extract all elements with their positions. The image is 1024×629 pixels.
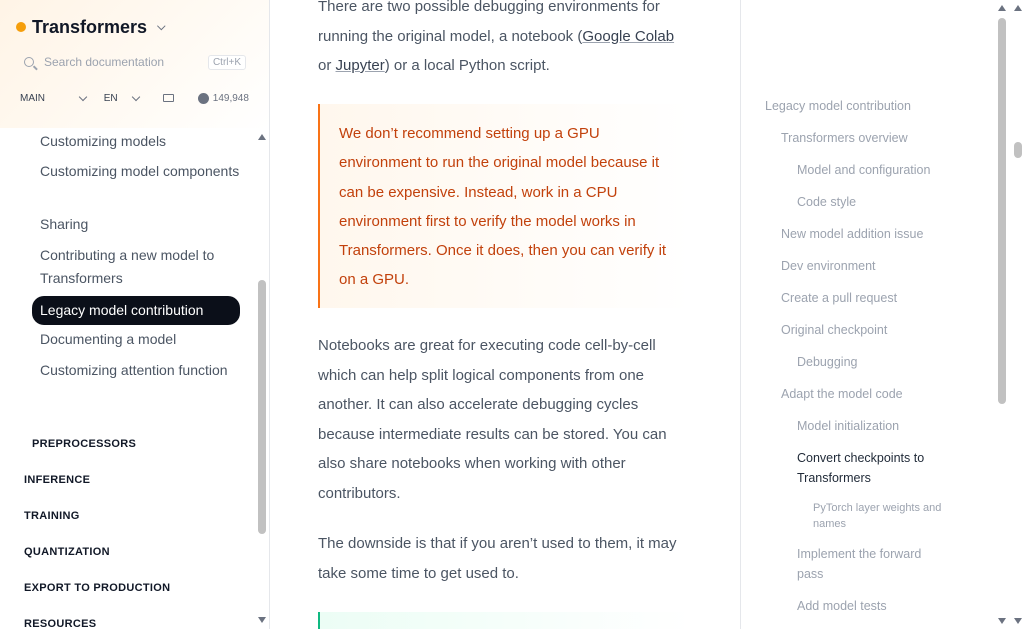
left-sidebar: Transformers ⌵ Search documentation Ctrl… <box>0 0 270 629</box>
page-scrollbar[interactable] <box>994 0 1010 629</box>
intro-text-after: ) or a local Python script. <box>384 57 550 74</box>
monitor-icon <box>162 94 174 102</box>
scroll-up-icon[interactable] <box>1014 5 1022 11</box>
toc-item-code-style[interactable]: Code style <box>797 192 856 212</box>
toc-item-legacy-model-contribution[interactable]: Legacy model contribution <box>765 96 911 116</box>
scrollbar-thumb[interactable] <box>258 280 266 534</box>
sidebar-item-sharing[interactable]: Sharing <box>32 213 240 236</box>
sidebar-section-training[interactable]: TRAINING <box>24 508 80 524</box>
table-of-contents: Legacy model contribution Transformers o… <box>740 0 1024 629</box>
search-placeholder: Search documentation <box>44 55 165 69</box>
language-value: EN <box>103 92 118 104</box>
version-select[interactable]: MAIN <box>14 87 92 109</box>
scrollbar-thumb[interactable] <box>998 18 1006 404</box>
scroll-up-icon[interactable] <box>258 134 266 140</box>
chevron-down-icon: ⌵ <box>157 20 166 33</box>
version-value: MAIN <box>20 92 45 104</box>
notebooks-paragraph: Notebooks are great for executing code c… <box>318 337 667 502</box>
toc-item-debugging[interactable]: Debugging <box>797 352 857 372</box>
scrollbar-thumb[interactable] <box>1014 142 1022 158</box>
brand-menu[interactable]: Transformers ⌵ <box>16 14 165 40</box>
jupyter-link[interactable]: Jupyter <box>336 57 385 74</box>
sidebar-section-export-to-production[interactable]: EXPORT TO PRODUCTION <box>24 580 170 596</box>
tip-callout <box>318 612 690 629</box>
downside-paragraph: The downside is that if you aren’t used … <box>318 535 677 582</box>
main-content: There are two possible debugging environ… <box>271 0 739 629</box>
toc-item-adapt-the-model-code[interactable]: Adapt the model code <box>781 384 903 404</box>
sidebar-item-contributing-new-model[interactable]: Contributing a new model to Transformers <box>32 244 240 290</box>
sidebar-item-documenting-a-model[interactable]: Documenting a model <box>32 328 240 351</box>
sidebar-nav: Customizing models Customizing model com… <box>0 128 256 629</box>
scroll-down-icon[interactable] <box>998 618 1006 624</box>
google-colab-link[interactable]: Google Colab <box>582 28 674 45</box>
toc-item-convert-checkpoints[interactable]: Convert checkpoints to Transformers <box>797 448 947 488</box>
toc-item-transformers-overview[interactable]: Transformers overview <box>781 128 908 148</box>
sidebar-section-resources[interactable]: RESOURCES <box>24 616 96 629</box>
sidebar-item-customizing-model-components[interactable]: Customizing model components <box>32 160 240 183</box>
warning-callout: We don’t recommend setting up a GPU envi… <box>318 104 690 308</box>
github-icon <box>197 92 209 104</box>
theme-toggle[interactable] <box>151 87 186 109</box>
search-input[interactable]: Search documentation Ctrl+K <box>16 47 254 77</box>
github-stars-link[interactable]: 149,948 <box>192 87 256 109</box>
chevron-down-icon <box>78 92 88 101</box>
toc-item-model-initialization[interactable]: Model initialization <box>797 416 899 436</box>
toc-item-new-model-addition-issue[interactable]: New model addition issue <box>781 224 923 244</box>
sidebar-scrollbar[interactable] <box>256 128 268 629</box>
sidebar-section-preprocessors[interactable]: PREPROCESSORS <box>32 436 136 452</box>
scroll-down-icon[interactable] <box>1014 618 1022 624</box>
toc-item-pytorch-layer-weights[interactable]: PyTorch layer weights and names <box>813 500 953 532</box>
toc-item-model-and-configuration[interactable]: Model and configuration <box>797 160 930 180</box>
sidebar-selects: MAIN EN 149,948 <box>14 86 256 110</box>
chevron-down-icon <box>131 92 140 101</box>
toc-item-dev-environment[interactable]: Dev environment <box>781 256 876 276</box>
toc-scrollbar[interactable] <box>1012 0 1024 629</box>
search-icon <box>24 57 34 67</box>
sidebar-section-inference[interactable]: INFERENCE <box>24 472 90 488</box>
toc-item-original-checkpoint[interactable]: Original checkpoint <box>781 320 887 340</box>
sidebar-item-legacy-model-contribution[interactable]: Legacy model contribution <box>32 296 240 325</box>
scroll-down-icon[interactable] <box>258 617 266 623</box>
github-stars-count: 149,948 <box>212 92 249 104</box>
sidebar-header: Transformers ⌵ Search documentation Ctrl… <box>0 0 269 128</box>
intro-text-or: or <box>318 57 336 74</box>
intro-paragraph: There are two possible debugging environ… <box>318 0 690 81</box>
toc-item-create-a-pull-request[interactable]: Create a pull request <box>781 288 897 308</box>
hf-logo-icon <box>16 22 26 32</box>
sidebar-item-customizing-models[interactable]: Customizing models <box>32 130 240 153</box>
toc-item-add-model-tests[interactable]: Add model tests <box>797 596 887 616</box>
search-shortcut: Ctrl+K <box>207 54 246 70</box>
sidebar-item-customizing-attention-function[interactable]: Customizing attention function <box>32 359 240 382</box>
language-select[interactable]: EN <box>98 87 145 109</box>
sidebar-section-quantization[interactable]: QUANTIZATION <box>24 544 110 560</box>
warning-text: We don’t recommend setting up a GPU envi… <box>339 125 667 289</box>
toc-item-implement-forward-pass[interactable]: Implement the forward pass <box>797 544 947 584</box>
scroll-up-icon[interactable] <box>998 5 1006 11</box>
brand-title: Transformers <box>32 16 148 37</box>
